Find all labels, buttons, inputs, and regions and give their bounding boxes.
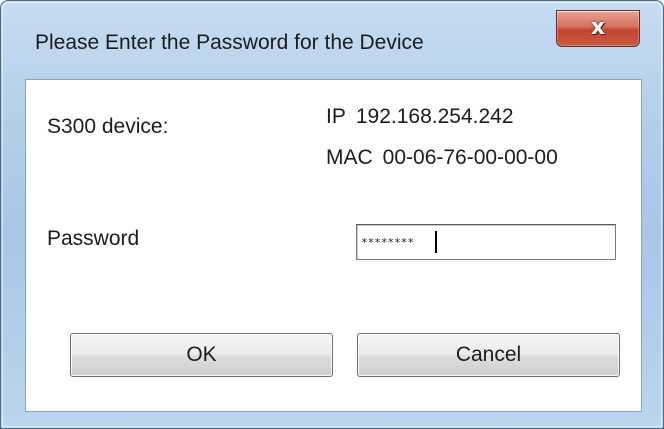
password-dialog: Please Enter the Password for the Device…: [0, 0, 664, 429]
ip-value: 192.168.254.242: [355, 105, 514, 128]
mac-prefix: MAC: [326, 146, 373, 169]
dialog-title: Please Enter the Password for the Device: [35, 31, 424, 54]
mac-value: 00-06-76-00-00-00: [382, 146, 558, 169]
close-button[interactable]: x: [556, 10, 640, 47]
title-bar[interactable]: Please Enter the Password for the Device…: [1, 1, 663, 79]
cancel-button[interactable]: Cancel: [357, 333, 620, 377]
text-caret: [435, 231, 437, 253]
password-input[interactable]: [356, 224, 616, 260]
mac-address: MAC 00-06-76-00-00-00: [326, 146, 558, 170]
ip-address: IP 192.168.254.242: [326, 105, 514, 129]
device-label: S300 device:: [47, 115, 169, 138]
password-label: Password: [47, 227, 140, 250]
ok-button[interactable]: OK: [70, 333, 333, 377]
ip-prefix: IP: [326, 105, 346, 128]
close-icon: x: [590, 15, 606, 40]
